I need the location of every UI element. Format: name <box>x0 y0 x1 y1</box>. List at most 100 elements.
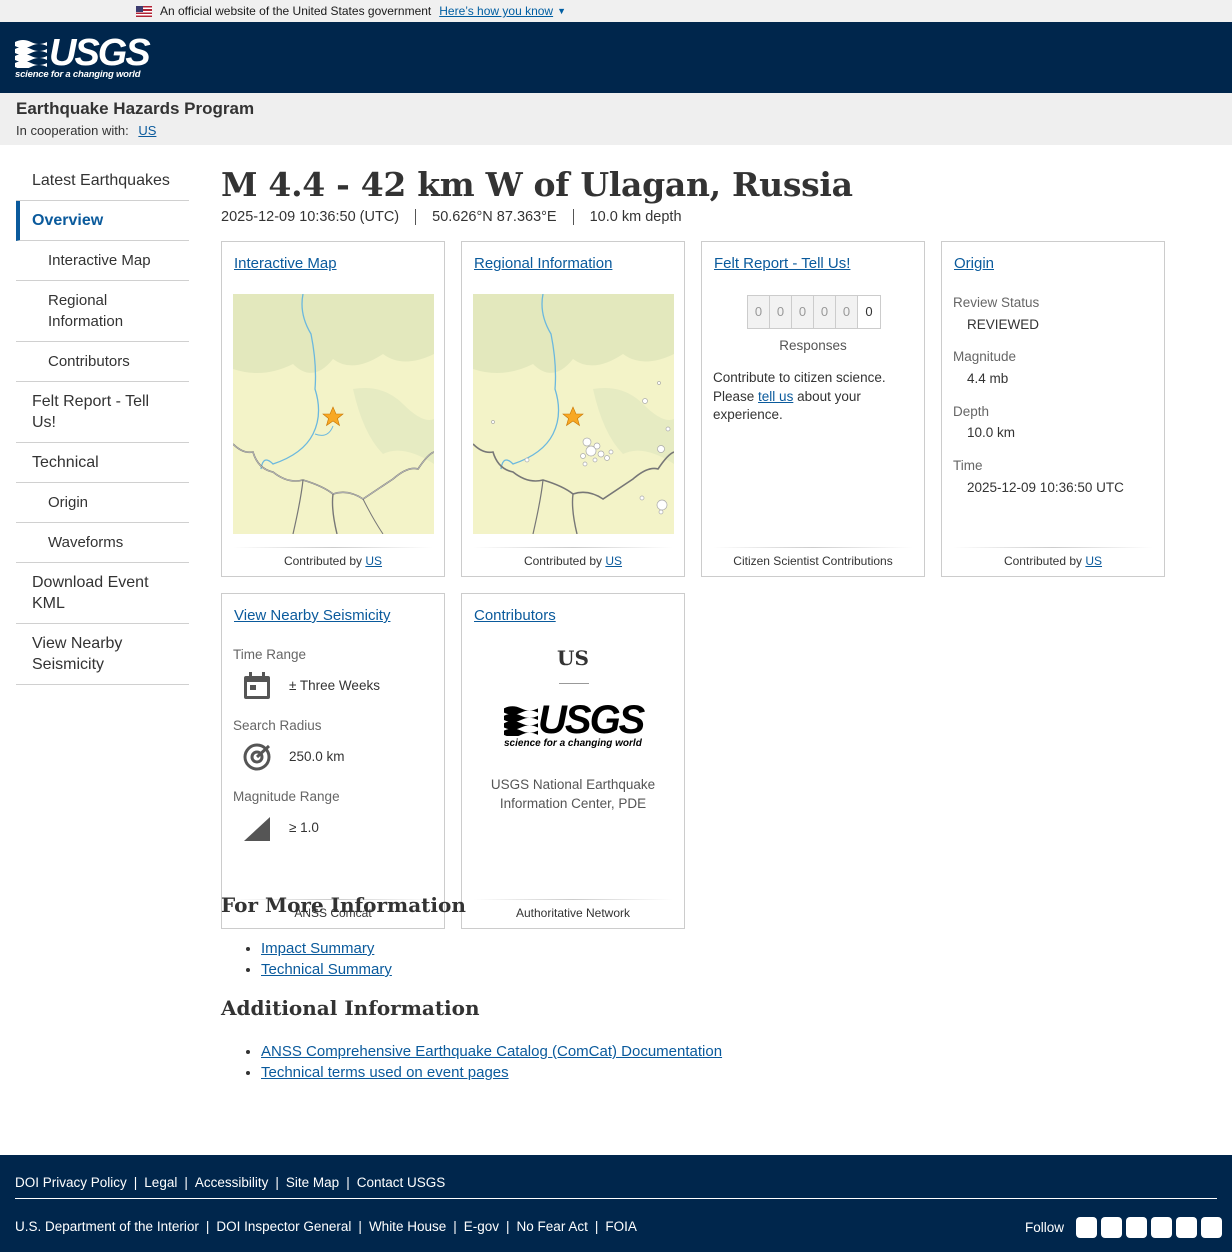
interactive-map-footer: Contributed by US <box>234 547 432 568</box>
instagram-icon[interactable]: ◯ <box>1201 1217 1222 1238</box>
event-time: 2025-12-09 10:36:50 (UTC) <box>221 209 400 225</box>
nav-regional-information[interactable]: Regional Information <box>16 281 189 342</box>
additional-info-section: Additional Information ANSS Comprehensiv… <box>221 996 722 1083</box>
regional-footer: Contributed by US <box>474 547 672 568</box>
regional-information-card[interactable]: Regional Information Contributed by US <box>461 241 685 577</box>
contributor-name: USGS National Earthquake Information Cen… <box>490 777 656 811</box>
origin-footer: Contributed by US <box>954 547 1152 568</box>
event-sidenav: Latest Earthquakes Overview Interactive … <box>16 161 189 685</box>
technical-summary-link[interactable]: Technical Summary <box>261 961 392 978</box>
comcat-documentation-link[interactable]: ANSS Comprehensive Earthquake Catalog (C… <box>261 1043 722 1060</box>
program-title: Earthquake Hazards Program <box>16 99 255 118</box>
nav-waveforms[interactable]: Waveforms <box>16 523 189 563</box>
origin-link[interactable]: Origin <box>954 255 994 272</box>
contributors-footer: Authoritative Network <box>474 899 672 920</box>
footer-foia-link[interactable]: FOIA <box>605 1219 637 1234</box>
nav-overview[interactable]: Overview <box>16 201 189 241</box>
facebook-icon[interactable]: f <box>1101 1217 1122 1238</box>
heres-how-you-know-link[interactable]: Here’s how you know <box>439 4 553 18</box>
flickr-icon[interactable]: •• <box>1151 1217 1172 1238</box>
interactive-map-image[interactable] <box>233 294 434 534</box>
review-status-value: REVIEWED <box>967 317 1040 332</box>
magnitude-value: 4.4 mb <box>967 371 1009 386</box>
follow-label: Follow <box>1024 1220 1064 1235</box>
gov-banner: An official website of the United States… <box>0 0 1232 22</box>
usgs-logo-text: USGS <box>538 698 645 742</box>
usgs-waves-icon <box>15 39 47 68</box>
contributed-by-us-link[interactable]: US <box>1085 554 1102 568</box>
footer-contact-link[interactable]: Contact USGS <box>357 1175 446 1190</box>
event-depth: 10.0 km depth <box>572 209 698 225</box>
footer-nofear-link[interactable]: No Fear Act <box>517 1219 588 1234</box>
nav-view-nearby-seismicity[interactable]: View Nearby Seismicity <box>16 624 189 685</box>
footer-legal-link[interactable]: Legal <box>144 1175 177 1190</box>
nav-download-kml[interactable]: Download Event KML <box>16 563 189 624</box>
felt-report-card[interactable]: Felt Report - Tell Us! 0 0 0 0 0 0 Respo… <box>701 241 925 577</box>
origin-card[interactable]: Origin Review Status REVIEWED Magnitude … <box>941 241 1165 577</box>
interactive-map-card[interactable]: Interactive Map Contributed by US <box>221 241 445 577</box>
usgs-logo-tagline: science for a changing world <box>15 68 141 80</box>
cooperation-label: In cooperation with: <box>16 123 129 138</box>
counter-digit: 0 <box>814 296 836 328</box>
interactive-map-link[interactable]: Interactive Map <box>234 255 337 272</box>
footer-whitehouse-link[interactable]: White House <box>369 1219 446 1234</box>
usgs-logo[interactable]: USGS science for a changing world <box>15 34 151 80</box>
program-bar: Earthquake Hazards Program In cooperatio… <box>0 93 1232 145</box>
nearby-seismicity-card[interactable]: View Nearby Seismicity Time Range ± Thre… <box>221 593 445 929</box>
more-info-list: Impact Summary Technical Summary <box>261 938 466 980</box>
depth-label: Depth <box>953 404 990 419</box>
footer-divider <box>15 1198 1217 1199</box>
magnitude-range-value: ≥ 1.0 <box>289 820 319 835</box>
list-item: ANSS Comprehensive Earthquake Catalog (C… <box>261 1041 722 1062</box>
usgs-contributor-logo: USGS science for a changing world <box>504 698 645 749</box>
list-item: Technical Summary <box>261 959 466 980</box>
felt-report-link[interactable]: Felt Report - Tell Us! <box>714 255 850 272</box>
chevron-down-icon[interactable]: ▼ <box>557 6 566 16</box>
youtube-icon[interactable]: ▶ <box>1176 1217 1197 1238</box>
footer-doi-link[interactable]: U.S. Department of the Interior <box>15 1219 199 1234</box>
impact-summary-link[interactable]: Impact Summary <box>261 940 374 957</box>
contributors-link[interactable]: Contributors <box>474 607 556 624</box>
counter-digit: 0 <box>770 296 792 328</box>
nav-interactive-map[interactable]: Interactive Map <box>16 241 189 281</box>
review-status-label: Review Status <box>953 295 1040 310</box>
footer-privacy-link[interactable]: DOI Privacy Policy <box>15 1175 127 1190</box>
footer-inspector-link[interactable]: DOI Inspector General <box>216 1219 351 1234</box>
regional-map-image[interactable] <box>473 294 674 534</box>
nav-felt-report[interactable]: Felt Report - Tell Us! <box>16 382 189 443</box>
radius-target-icon <box>243 743 271 771</box>
usgs-logo-tagline: science for a changing world <box>504 738 642 749</box>
regional-information-link[interactable]: Regional Information <box>474 255 612 272</box>
footer-egov-link[interactable]: E-gov <box>464 1219 499 1234</box>
magnitude-label: Magnitude <box>953 349 1017 364</box>
twitter-icon[interactable]: t <box>1076 1217 1097 1238</box>
magnitude-wedge-icon <box>244 817 270 841</box>
contributed-by-us-link[interactable]: US <box>605 554 622 568</box>
nav-technical[interactable]: Technical <box>16 443 189 483</box>
technical-terms-link[interactable]: Technical terms used on event pages <box>261 1064 509 1081</box>
footer-sitemap-link[interactable]: Site Map <box>286 1175 339 1190</box>
list-item: Technical terms used on event pages <box>261 1062 722 1083</box>
contributors-card[interactable]: Contributors US USGS science for a chang… <box>461 593 685 929</box>
event-title: M 4.4 - 42 km W of Ulagan, Russia <box>221 165 853 204</box>
nav-contributors[interactable]: Contributors <box>16 342 189 382</box>
footer-accessibility-link[interactable]: Accessibility <box>195 1175 269 1190</box>
additional-info-heading: Additional Information <box>221 996 480 1020</box>
github-icon[interactable]: ● <box>1126 1217 1147 1238</box>
contributed-by-us-link[interactable]: US <box>365 554 382 568</box>
search-radius-label: Search Radius <box>233 718 322 733</box>
social-follow: Follow t f ● •• ▶ ◯ <box>1025 1217 1222 1238</box>
tell-us-link[interactable]: tell us <box>758 389 793 404</box>
footer-gov-links: U.S. Department of the Interior | DOI Ins… <box>15 1219 637 1234</box>
additional-info-list: ANSS Comprehensive Earthquake Catalog (C… <box>261 1041 722 1083</box>
nearby-seismicity-link[interactable]: View Nearby Seismicity <box>234 607 390 624</box>
cooperation-us-link[interactable]: US <box>138 123 156 138</box>
contributor-divider <box>559 683 589 684</box>
counter-digit: 0 <box>792 296 814 328</box>
nav-origin[interactable]: Origin <box>16 483 189 523</box>
list-item: Impact Summary <box>261 938 466 959</box>
event-location: 50.626°N 87.363°E <box>415 209 572 225</box>
felt-footer: Citizen Scientist Contributions <box>714 547 912 568</box>
nav-latest-earthquakes[interactable]: Latest Earthquakes <box>16 161 189 201</box>
time-range-label: Time Range <box>233 647 307 662</box>
